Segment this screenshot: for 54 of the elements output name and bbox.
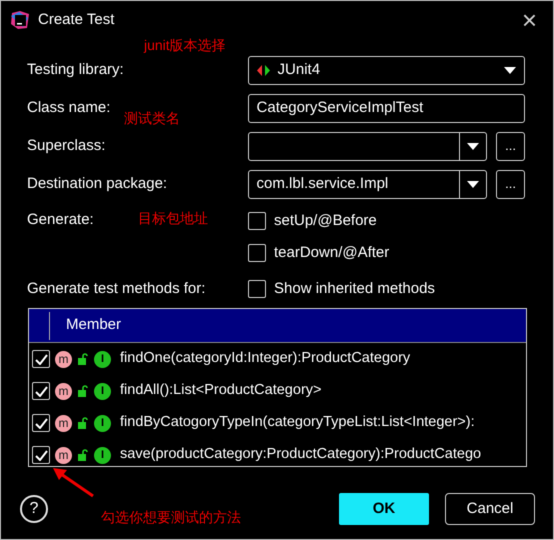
- column-header[interactable]: Member: [66, 314, 122, 337]
- checkbox[interactable]: [32, 382, 50, 400]
- member-signature[interactable]: findByCatogoryTypeIn(categoryTypeList:List<Integer>):: [120, 412, 475, 434]
- cancel-button[interactable]: Cancel: [445, 493, 535, 525]
- browse-button[interactable]: ...: [496, 170, 525, 198]
- member-signature[interactable]: findAll():List<ProductCategory>: [120, 380, 322, 402]
- lock-icon: [77, 385, 89, 397]
- dropdown-caret-icon: [467, 142, 480, 150]
- method-icon: m: [55, 414, 72, 432]
- member-signature[interactable]: save(productCategory:ProductCategory):ProductCatego: [120, 444, 482, 466]
- checkbox[interactable]: [248, 280, 266, 298]
- annotation-text: 测试类名: [124, 109, 180, 128]
- dropdown-caret-icon: [467, 180, 480, 188]
- field-label: Destination package:: [27, 174, 168, 192]
- annotation-arrow: [53, 468, 94, 498]
- lock-icon: [77, 417, 89, 429]
- field-label: Generate:: [27, 211, 94, 228]
- field-label: Generate test methods for:: [27, 280, 206, 297]
- method-icon: m: [55, 350, 72, 368]
- checkbox[interactable]: [248, 212, 266, 230]
- combo-field[interactable]: com.lbl.service.Impl: [248, 170, 488, 198]
- dropdown-caret-icon: [504, 67, 516, 74]
- field-label: Class name:: [27, 98, 110, 116]
- browse-button[interactable]: ...: [496, 132, 525, 160]
- annotation-text: 勾选你想要测试的方法: [101, 508, 241, 527]
- checkbox-label: setUp/@Before: [274, 211, 377, 231]
- field-label: Superclass:: [27, 136, 106, 154]
- window-title: Create Test: [38, 10, 116, 30]
- checkbox[interactable]: [248, 244, 266, 262]
- method-icon: m: [55, 382, 72, 400]
- implements-icon: I: [94, 382, 111, 400]
- checkbox-label: tearDown/@After: [274, 242, 390, 262]
- close-button[interactable]: ×: [518, 7, 541, 33]
- input-field[interactable]: CategoryServiceImplTest: [248, 94, 525, 122]
- help-button[interactable]: ?: [20, 495, 48, 523]
- annotation-text: junit版本选择: [144, 36, 226, 55]
- checkbox[interactable]: [32, 414, 50, 432]
- library-dropdown[interactable]: JUnit4: [248, 56, 525, 85]
- app-logo-icon: [10, 10, 30, 30]
- implements-icon: I: [94, 414, 111, 432]
- annotation-text: 目标包地址: [138, 209, 208, 228]
- junit-icon: [256, 65, 270, 76]
- ok-button[interactable]: OK: [339, 493, 429, 525]
- implements-icon: I: [94, 350, 111, 368]
- lock-icon: [77, 353, 89, 365]
- field-label: Testing library:: [27, 61, 124, 78]
- checkbox[interactable]: [32, 350, 50, 368]
- checkbox[interactable]: [32, 446, 50, 464]
- member-signature[interactable]: findOne(categoryId:Integer):ProductCategory: [120, 348, 410, 370]
- implements-icon: I: [94, 446, 111, 464]
- checkbox-label: Show inherited methods: [274, 278, 435, 299]
- combo-field[interactable]: [248, 132, 488, 160]
- lock-icon: [77, 449, 89, 461]
- method-icon: m: [55, 446, 72, 464]
